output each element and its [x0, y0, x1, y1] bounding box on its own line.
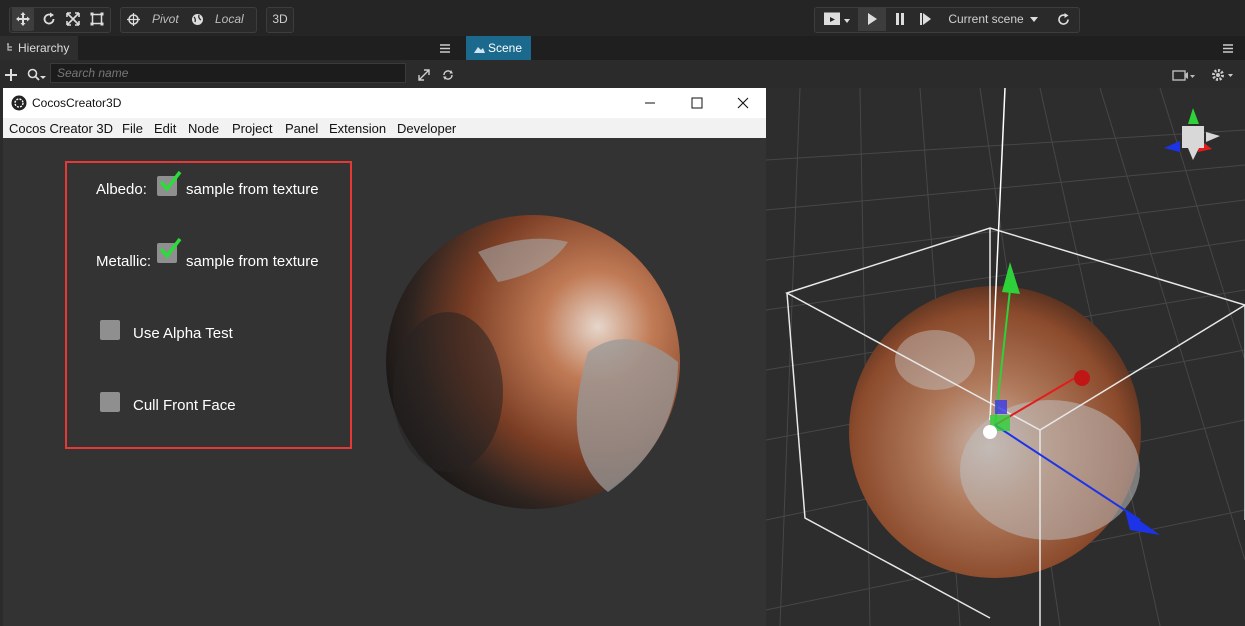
- scene-tabbar: Scene: [463, 36, 1245, 60]
- maximize-icon[interactable]: [691, 97, 703, 109]
- step-icon: [920, 13, 931, 25]
- menu-developer[interactable]: Developer: [397, 121, 456, 136]
- close-icon[interactable]: [737, 97, 749, 109]
- menu-project[interactable]: Project: [232, 121, 272, 136]
- step-button[interactable]: [915, 7, 937, 31]
- local-button[interactable]: [188, 7, 206, 31]
- menu-edit[interactable]: Edit: [154, 121, 176, 136]
- tab-hierarchy-label: Hierarchy: [18, 41, 70, 55]
- scale-tool-button[interactable]: [62, 7, 84, 31]
- metallic-texture-label: sample from texture: [186, 253, 319, 270]
- scene-icon: [474, 47, 485, 53]
- menu-panel[interactable]: Panel: [285, 121, 318, 136]
- scene-render[interactable]: [766, 88, 1245, 626]
- hierarchy-tabbar: Hierarchy: [0, 36, 463, 60]
- options-panel: Albedo: sample from texture Metallic: sa…: [65, 161, 352, 449]
- window-menubar: Cocos Creator 3D File Edit Node Project …: [3, 118, 766, 138]
- scene-select-label: Current scene: [948, 12, 1024, 26]
- expand-icon[interactable]: [418, 69, 430, 81]
- move-icon: [16, 12, 30, 26]
- play-button[interactable]: [858, 7, 886, 31]
- rect-tool-button[interactable]: [86, 7, 108, 31]
- cull-front-face-checkbox[interactable]: [100, 392, 120, 412]
- albedo-texture-label: sample from texture: [186, 181, 319, 198]
- scene-select[interactable]: Current scene: [946, 7, 1042, 31]
- camera-dropdown-icon: [824, 12, 850, 25]
- sphere-render: [386, 215, 680, 509]
- menu-cocos-creator-3d[interactable]: Cocos Creator 3D: [9, 121, 113, 136]
- metallic-checkbox[interactable]: [157, 237, 182, 263]
- minimize-icon[interactable]: [644, 97, 656, 109]
- rotate-tool-button[interactable]: [38, 7, 60, 31]
- chevron-down-icon: [1029, 17, 1038, 22]
- albedo-checkbox[interactable]: [157, 170, 182, 196]
- cocos-logo-icon: [11, 95, 27, 111]
- tab-hierarchy[interactable]: Hierarchy: [0, 36, 78, 60]
- preview-canvas: Albedo: sample from texture Metallic: sa…: [3, 138, 766, 626]
- refresh-icon[interactable]: [442, 69, 454, 81]
- refresh-icon: [1057, 12, 1069, 25]
- alpha-test-checkbox[interactable]: [100, 320, 120, 340]
- pivot-label[interactable]: Pivot: [152, 12, 179, 26]
- camera-dropdown-icon[interactable]: [1172, 69, 1196, 82]
- gear-icon[interactable]: [1211, 68, 1235, 82]
- window-title: CocosCreator3D: [32, 96, 122, 110]
- pivot-icon: [126, 12, 140, 26]
- tab-scene-label: Scene: [488, 41, 523, 55]
- camera-dropdown-button[interactable]: [820, 7, 854, 31]
- mode-3d-button[interactable]: 3D: [267, 7, 293, 31]
- pivot-button[interactable]: [124, 7, 142, 31]
- move-tool-button[interactable]: [12, 7, 34, 31]
- menu-extension[interactable]: Extension: [329, 121, 386, 136]
- cull-front-face-label: Cull Front Face: [133, 397, 236, 414]
- pause-button[interactable]: [889, 7, 911, 31]
- rotate-icon: [43, 12, 55, 25]
- scene-viewport[interactable]: [766, 88, 1245, 626]
- orientation-gizmo[interactable]: [1164, 108, 1220, 160]
- check-icon: [159, 237, 182, 259]
- menu-node[interactable]: Node: [188, 121, 219, 136]
- metallic-label: Metallic:: [96, 253, 152, 270]
- refresh-button[interactable]: [1052, 7, 1074, 31]
- local-label[interactable]: Local: [215, 12, 244, 26]
- rect-icon: [90, 12, 104, 26]
- scene-toolbar: [463, 60, 1245, 88]
- preview-window: CocosCreator3D Cocos Creator 3D File Edi…: [3, 88, 766, 626]
- panel-menu-icon[interactable]: [440, 44, 450, 53]
- scale-icon: [66, 12, 80, 26]
- local-globe-icon: [191, 13, 203, 25]
- window-titlebar: CocosCreator3D: [3, 88, 766, 118]
- play-icon: [868, 13, 877, 25]
- albedo-label: Albedo:: [96, 181, 147, 198]
- search-input[interactable]: Search name: [50, 63, 406, 83]
- add-icon[interactable]: [5, 69, 17, 81]
- alpha-test-label: Use Alpha Test: [133, 325, 233, 342]
- check-icon: [159, 170, 182, 192]
- panel-menu-icon[interactable]: [1223, 44, 1233, 53]
- hierarchy-icon: [7, 43, 12, 51]
- pause-icon: [896, 13, 904, 25]
- menu-file[interactable]: File: [122, 121, 143, 136]
- main-toolbar: Pivot Local 3D Current scene: [0, 0, 1245, 36]
- hierarchy-toolbar: Search name: [0, 60, 463, 88]
- search-filter-icon[interactable]: [27, 68, 47, 82]
- tab-scene[interactable]: Scene: [466, 36, 531, 60]
